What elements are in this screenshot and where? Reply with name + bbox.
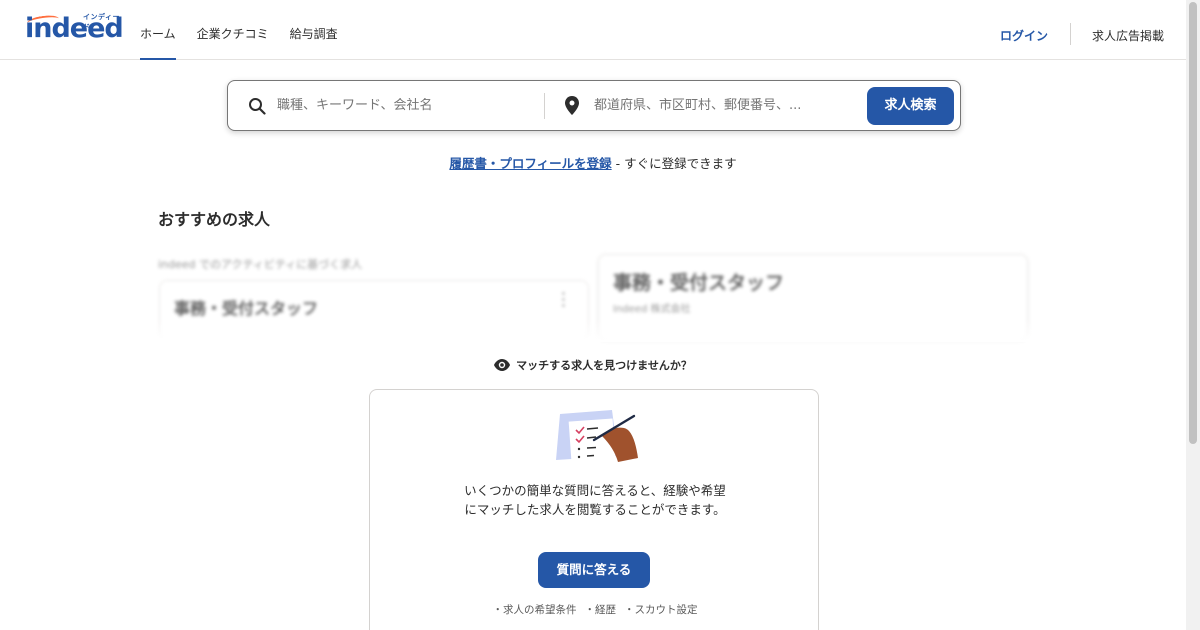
main-nav: ホーム 企業クチコミ 給与調査	[140, 0, 359, 60]
match-prompt: マッチする求人を見つけませんか？	[0, 357, 1186, 373]
location-pin-icon	[565, 96, 579, 115]
job-card-title: 事務・受付スタッフ	[174, 299, 319, 318]
topic-item: ・スカウト設定	[624, 604, 698, 616]
logo-kana: インディード	[83, 13, 121, 31]
questionnaire-topics: ・求人の希望条件 ・経歴 ・スカウト設定	[370, 602, 820, 617]
topic-item: ・求人の希望条件	[492, 604, 577, 616]
match-prompt-text: マッチする求人を見つけませんか？	[516, 359, 692, 372]
site-header: indeed インディード ホーム 企業クチコミ 給与調査 ログイン 求人広告掲…	[0, 0, 1186, 60]
resume-rest-text: - すぐに登録できます	[611, 156, 737, 171]
location-input[interactable]	[594, 98, 844, 113]
job-search-bar: 求人検索	[227, 80, 961, 131]
scrollbar-thumb[interactable]	[1189, 2, 1197, 444]
post-job-link[interactable]: 求人広告掲載	[1092, 27, 1164, 44]
search-button[interactable]: 求人検索	[867, 87, 954, 125]
answer-questions-button[interactable]: 質問に答える	[538, 552, 650, 588]
indeed-logo[interactable]: indeed インディード	[25, 12, 124, 46]
page-scrollbar[interactable]	[1186, 0, 1200, 630]
recommended-jobs-title: おすすめの求人	[158, 210, 271, 229]
job-card-company: Indeed 株式会社	[613, 304, 691, 315]
job-card-title: 事務・受付スタッフ	[613, 272, 785, 294]
nav-home[interactable]: ホーム	[140, 0, 176, 60]
resume-register-link[interactable]: 履歴書・プロフィールを登録	[449, 156, 611, 171]
search-divider	[544, 93, 545, 119]
nav-salary[interactable]: 給与調査	[290, 0, 338, 60]
keyword-input[interactable]	[277, 98, 537, 113]
more-options-icon[interactable]: · · ·	[561, 286, 566, 314]
resume-prompt: 履歴書・プロフィールを登録 - すぐに登録できます	[0, 153, 1186, 172]
topic-item: ・経歴	[584, 604, 617, 616]
nav-company-reviews[interactable]: 企業クチコミ	[197, 0, 269, 60]
login-link[interactable]: ログイン	[1000, 27, 1048, 44]
eye-icon	[494, 359, 511, 371]
questionnaire-card: いくつかの簡単な質問に答えると、経験や希望にマッチした求人を閲覧することができま…	[369, 389, 819, 630]
header-divider	[1070, 23, 1071, 45]
checklist-pen-illustration	[556, 410, 638, 462]
recommended-subheading: indeed でのアクティビティに基づく求人	[158, 258, 363, 271]
search-icon	[249, 98, 266, 115]
preview-fade	[150, 318, 1040, 342]
questionnaire-description: いくつかの簡単な質問に答えると、経験や希望にマッチした求人を閲覧することができま…	[464, 483, 726, 517]
